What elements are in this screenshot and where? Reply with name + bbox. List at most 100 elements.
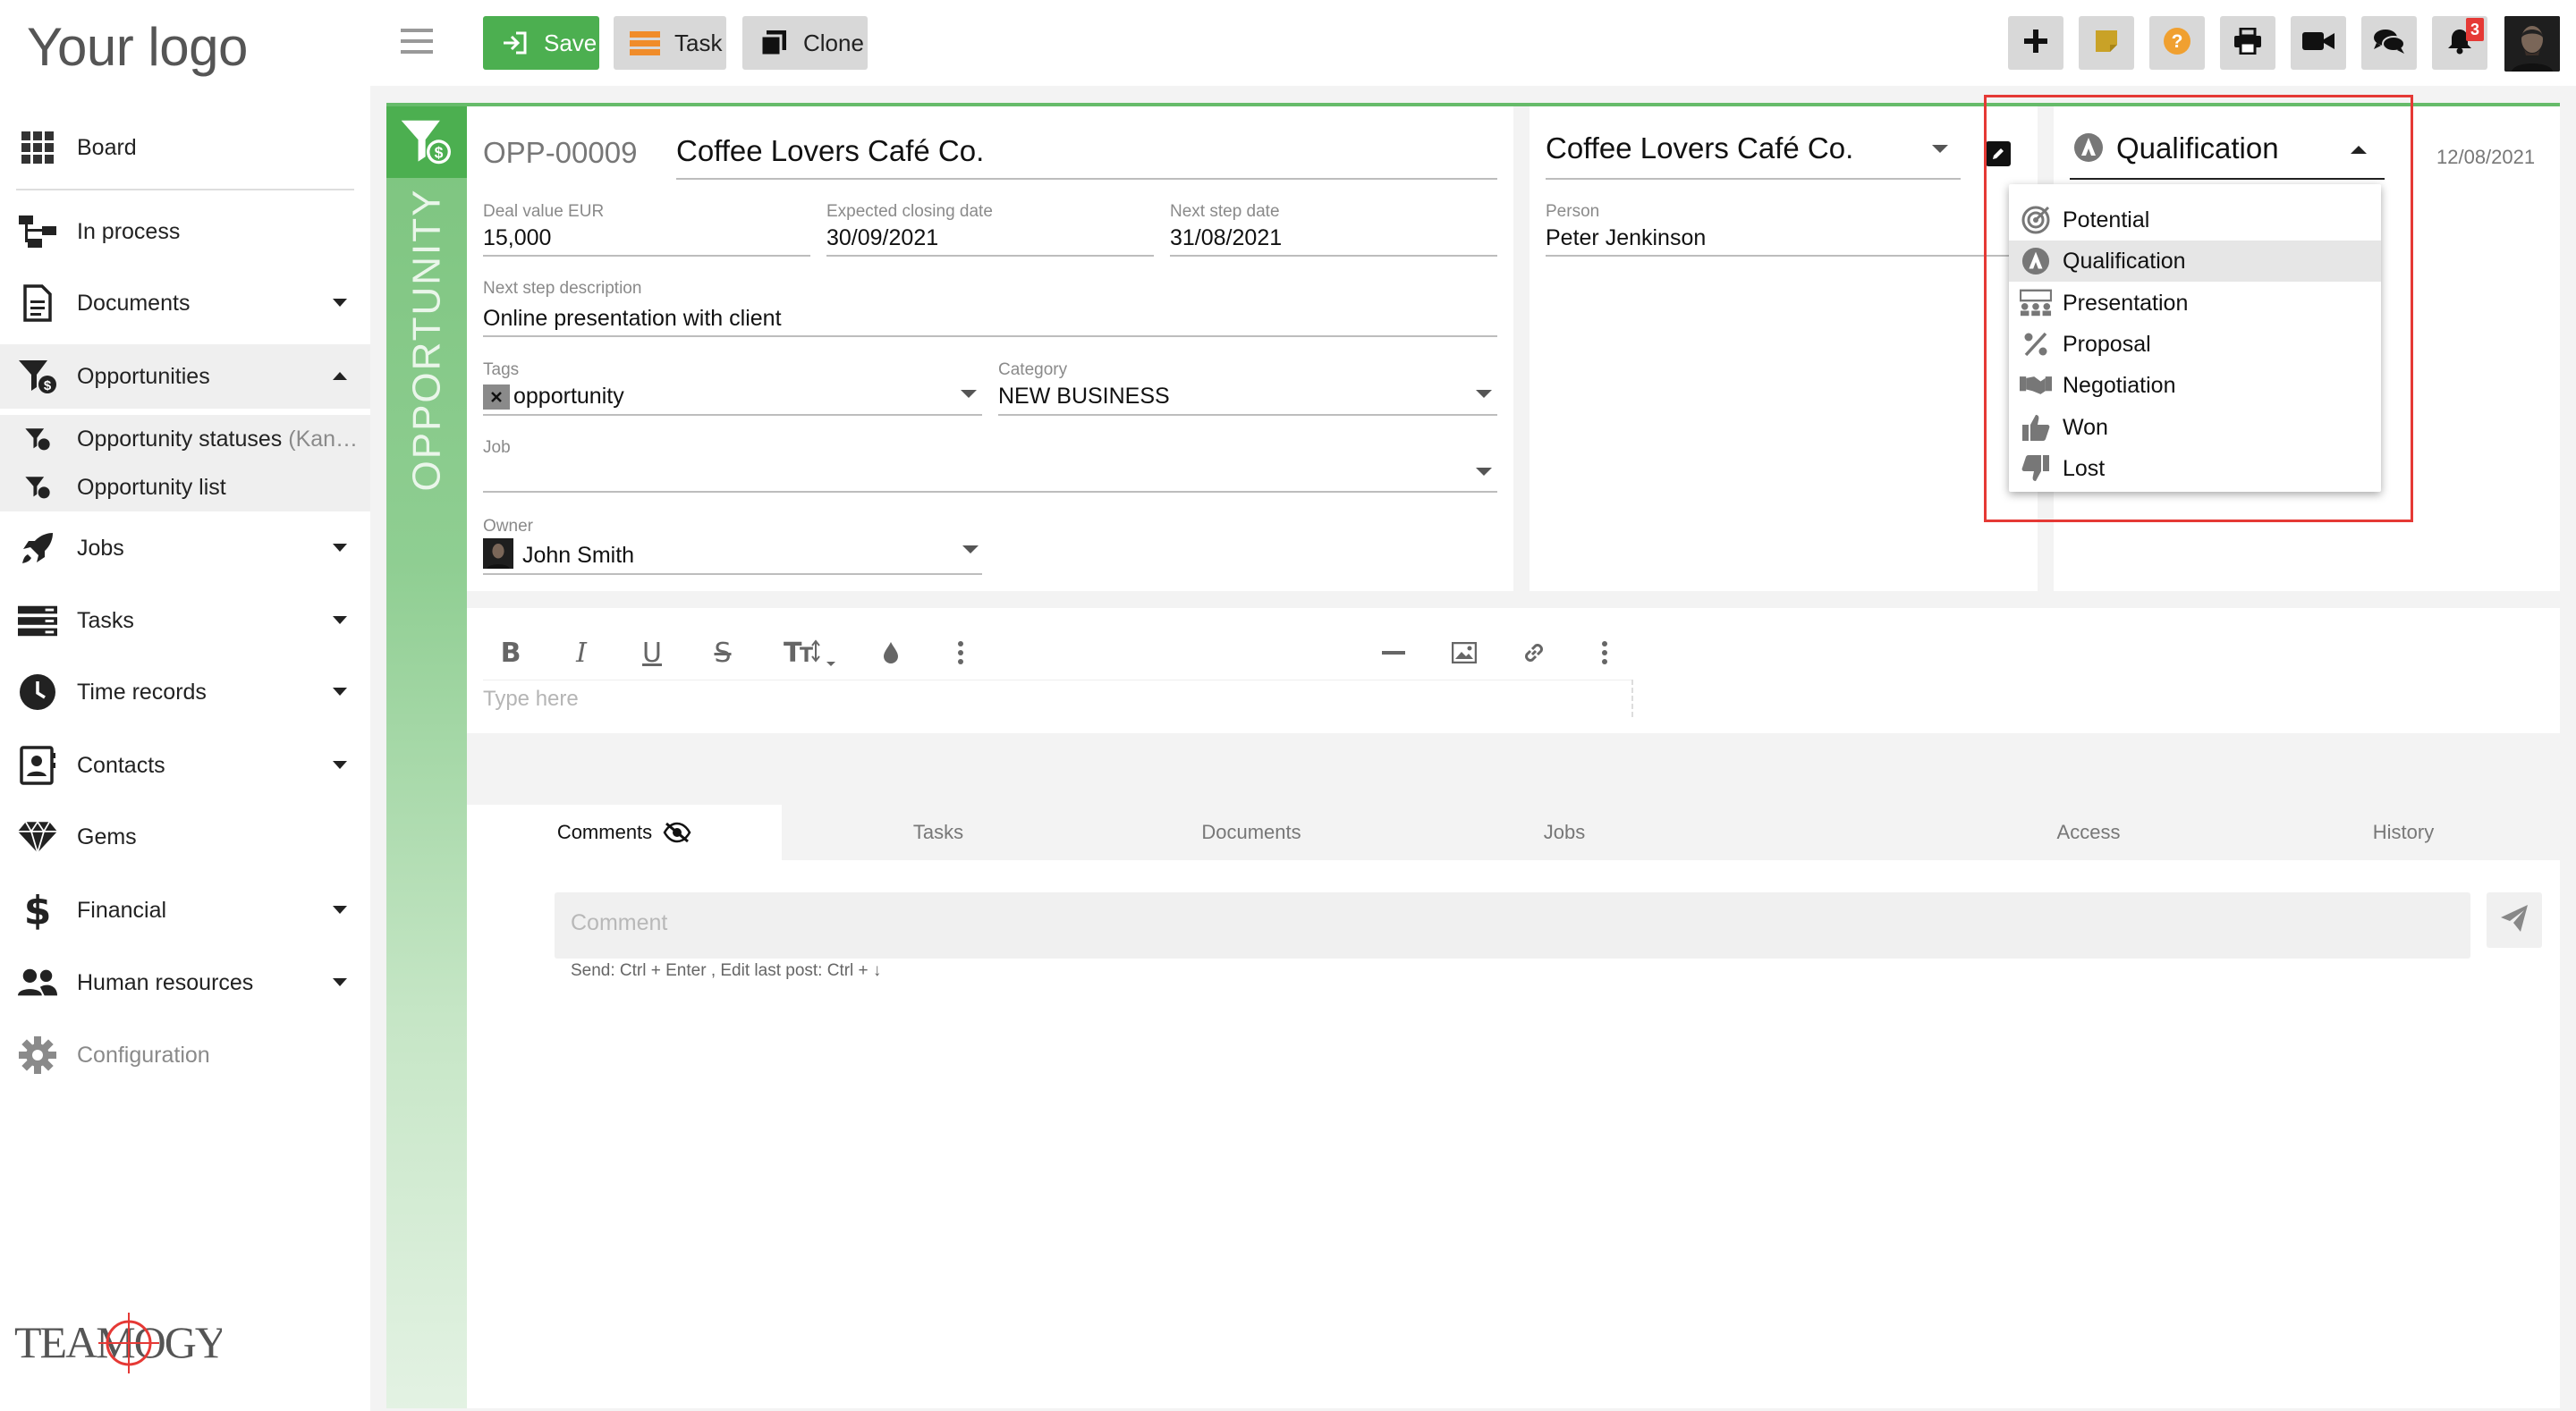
sidebar-item-financial[interactable]: $ Financial xyxy=(0,878,370,942)
chevron-down-icon xyxy=(333,299,347,307)
more-vertical-icon[interactable] xyxy=(1587,635,1623,671)
user-avatar[interactable] xyxy=(2504,16,2560,72)
send-comment-button[interactable] xyxy=(2487,892,2542,948)
app-logo[interactable]: Your logo xyxy=(27,16,248,78)
sidebar-item-label: Board xyxy=(77,134,137,160)
tab-history[interactable]: History xyxy=(2247,805,2560,860)
closing-date-label: Expected closing date xyxy=(826,202,993,221)
sidebar-item-documents[interactable]: Documents xyxy=(0,271,370,335)
chevron-down-icon[interactable] xyxy=(1932,145,1948,153)
title-underline xyxy=(676,178,1497,180)
sidebar-item-label-suffix: (Kan… xyxy=(288,426,359,452)
comment-input[interactable]: Comment xyxy=(571,910,667,936)
next-step-date-input[interactable]: 31/08/2021 xyxy=(1170,225,1282,251)
italic-icon[interactable]: I xyxy=(564,635,599,671)
eye-slash-icon xyxy=(663,822,691,843)
status-option-won[interactable]: Won xyxy=(2009,407,2381,448)
sticky-note-button[interactable] xyxy=(2079,16,2134,70)
sidebar-item-label: Human resources xyxy=(77,969,254,995)
sidebar-item-jobs[interactable]: Jobs xyxy=(0,516,370,580)
category-label: Category xyxy=(998,360,1068,379)
status-option-potential[interactable]: Potential xyxy=(2009,199,2381,241)
sidebar-item-gems[interactable]: Gems xyxy=(0,805,370,869)
notification-count-badge: 3 xyxy=(2466,18,2484,41)
closing-date-input[interactable]: 30/09/2021 xyxy=(826,225,938,251)
status-option-proposal[interactable]: Proposal xyxy=(2009,324,2381,365)
sidebar-subitem-opportunity-list[interactable]: Opportunity list xyxy=(0,463,370,511)
field-underline xyxy=(483,573,982,575)
more-vertical-icon[interactable] xyxy=(943,635,979,671)
font-size-icon[interactable]: TT xyxy=(784,635,843,671)
svg-text:?: ? xyxy=(2172,31,2183,52)
video-call-button[interactable] xyxy=(2291,16,2346,70)
remove-tag-icon[interactable] xyxy=(483,384,510,410)
send-icon xyxy=(2499,903,2529,938)
link-icon[interactable] xyxy=(1516,635,1552,671)
sidebar-item-time-records[interactable]: Time records xyxy=(0,660,370,724)
add-button[interactable] xyxy=(2008,16,2063,70)
tab-comments[interactable]: Comments xyxy=(467,805,782,860)
horizontal-rule-icon[interactable] xyxy=(1376,635,1411,671)
opportunity-funnel-icon xyxy=(21,471,54,503)
status-option-negotiation[interactable]: Negotiation xyxy=(2009,365,2381,406)
field-underline xyxy=(1546,178,1961,180)
opportunity-funnel-icon xyxy=(21,423,54,455)
sidebar-item-tasks[interactable]: Tasks xyxy=(0,588,370,653)
login-arrow-icon xyxy=(499,30,530,56)
tab-documents[interactable]: Documents xyxy=(1095,805,1408,860)
editor-input[interactable]: Type here xyxy=(483,687,579,712)
next-step-desc-input[interactable]: Online presentation with client xyxy=(483,306,782,332)
field-underline xyxy=(483,335,1497,337)
next-step-desc-label: Next step description xyxy=(483,279,642,298)
clone-button-label: Clone xyxy=(803,29,864,56)
hamburger-menu-icon[interactable] xyxy=(401,27,433,55)
status-option-presentation[interactable]: Presentation xyxy=(2009,283,2381,324)
image-icon[interactable] xyxy=(1446,635,1482,671)
tab-access[interactable]: Access xyxy=(1932,805,2245,860)
strikethrough-icon[interactable]: S xyxy=(705,635,741,671)
deal-value-input[interactable]: 15,000 xyxy=(483,225,551,251)
print-button[interactable] xyxy=(2220,16,2275,70)
owner-select[interactable]: John Smith xyxy=(522,543,634,569)
sidebar-item-label: Jobs xyxy=(77,535,124,561)
sidebar-item-opportunities[interactable]: $ Opportunities xyxy=(0,344,370,409)
company-select[interactable]: Coffee Lovers Café Co. xyxy=(1546,131,1853,165)
status-option-lost[interactable]: Lost xyxy=(2009,448,2381,489)
tab-jobs[interactable]: Jobs xyxy=(1408,805,1721,860)
comment-input-box[interactable] xyxy=(555,892,2470,959)
sidebar-item-label: Contacts xyxy=(77,752,165,778)
chevron-down-icon[interactable] xyxy=(1476,468,1492,476)
sidebar-item-human-resources[interactable]: Human resources xyxy=(0,951,370,1015)
thumbs-up-icon xyxy=(2020,411,2052,444)
chevron-down-icon[interactable] xyxy=(962,545,979,553)
status-option-qualification[interactable]: Qualification xyxy=(2009,241,2381,282)
copy-icon xyxy=(758,30,789,57)
sidebar-item-contacts[interactable]: Contacts xyxy=(0,733,370,798)
comment-shortcut-hint: Send: Ctrl + Enter , Edit last post: Ctr… xyxy=(571,961,882,980)
opportunity-title-input[interactable]: Coffee Lovers Café Co. xyxy=(676,134,984,168)
clone-button[interactable]: Clone xyxy=(742,16,868,70)
sidebar-item-in-process[interactable]: In process xyxy=(0,199,370,264)
tab-tasks[interactable]: Tasks xyxy=(782,805,1095,860)
category-select[interactable]: NEW BUSINESS xyxy=(998,384,1170,410)
people-icon xyxy=(18,963,57,1002)
underline-icon[interactable]: U xyxy=(634,635,670,671)
task-button[interactable]: Task xyxy=(614,16,726,70)
bold-icon[interactable]: B xyxy=(493,635,529,671)
help-button[interactable]: ? xyxy=(2149,16,2205,70)
person-select[interactable]: Peter Jenkinson xyxy=(1546,225,1706,251)
sidebar-item-label: Gems xyxy=(77,824,137,849)
chat-button[interactable] xyxy=(2361,16,2417,70)
chevron-down-icon[interactable] xyxy=(1476,390,1492,398)
save-button[interactable]: Save xyxy=(483,16,599,70)
printer-icon xyxy=(2233,27,2262,59)
chevron-down-icon[interactable] xyxy=(961,390,977,398)
field-underline xyxy=(826,255,1154,257)
contacts-icon xyxy=(18,746,57,785)
sidebar-subitem-opportunity-statuses[interactable]: Opportunity statuses (Kan… xyxy=(0,415,370,463)
sidebar-item-board[interactable]: Board xyxy=(0,115,370,180)
text-color-drop-icon[interactable] xyxy=(873,635,909,671)
person-label: Person xyxy=(1546,202,1600,221)
tasks-icon xyxy=(630,30,660,56)
sidebar-item-configuration[interactable]: Configuration xyxy=(0,1023,370,1087)
